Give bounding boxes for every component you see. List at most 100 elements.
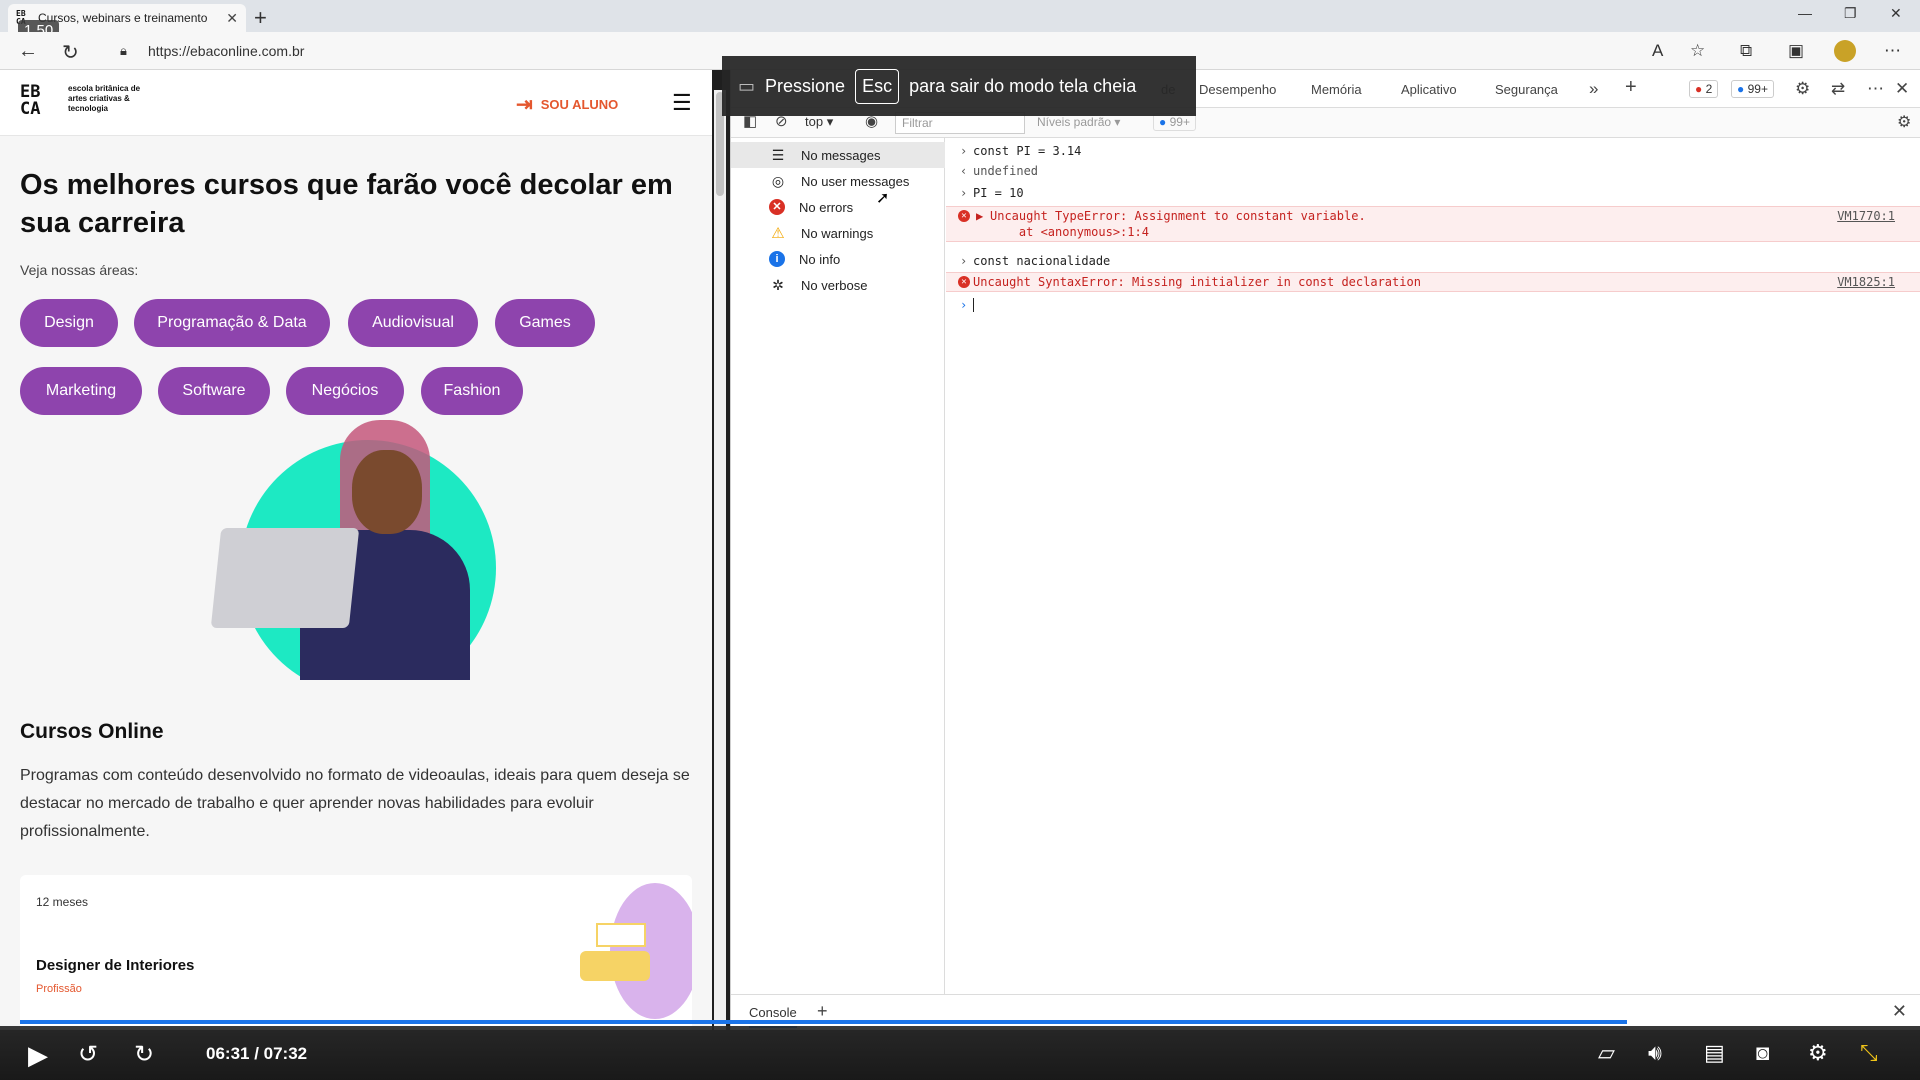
tab-memory[interactable]: Memória bbox=[1311, 82, 1362, 97]
tab-application[interactable]: Aplicativo bbox=[1401, 82, 1457, 97]
restore-icon[interactable]: ❐ bbox=[1844, 5, 1857, 22]
hamburger-menu-icon[interactable]: ☰ bbox=[672, 90, 692, 116]
input-chevron-icon: › bbox=[960, 254, 968, 268]
tab-title: Cursos, webinars e treinamento bbox=[38, 11, 208, 25]
area-pill-games[interactable]: Games bbox=[495, 299, 595, 347]
message-count-badge[interactable]: ● 99+ bbox=[1731, 80, 1774, 98]
extensions-icon[interactable]: ⧉ bbox=[1740, 41, 1752, 61]
back-arrow-icon[interactable]: ← bbox=[18, 40, 38, 63]
area-pill-fashion[interactable]: Fashion bbox=[421, 367, 523, 415]
close-tab-icon[interactable]: ✕ bbox=[226, 10, 238, 27]
volume-icon[interactable]: 🔊︎ bbox=[1648, 1040, 1662, 1066]
close-window-icon[interactable]: ✕ bbox=[1890, 5, 1902, 22]
console-text: undefined bbox=[973, 164, 1039, 178]
console-text: const nacionalidade bbox=[973, 254, 1111, 268]
tab-performance[interactable]: Desempenho bbox=[1199, 82, 1276, 97]
message-count: 99+ bbox=[1747, 82, 1768, 96]
customize-icon[interactable]: ⇄ bbox=[1831, 79, 1845, 99]
sidebar-item-label: No messages bbox=[801, 147, 881, 163]
settings-icon[interactable]: ⚙ bbox=[1808, 1040, 1828, 1066]
courses-title: Cursos Online bbox=[20, 720, 164, 743]
context-select[interactable]: top ▾ bbox=[805, 114, 833, 130]
add-drawer-tab-icon[interactable]: + bbox=[817, 1001, 828, 1022]
error-icon: ✕ bbox=[958, 276, 970, 288]
browser-tab-strip: EB CA Cursos, webinars e treinamento ✕ +… bbox=[0, 0, 1920, 32]
console-output-line: ‹ undefined bbox=[946, 164, 1920, 182]
course-name: Designer de Interiores bbox=[36, 957, 195, 974]
area-pill-negocios[interactable]: Negócios bbox=[286, 367, 404, 415]
play-icon[interactable]: ▶ bbox=[28, 1040, 48, 1071]
hero-illustration bbox=[200, 420, 500, 680]
forward-10-icon[interactable]: ↻ bbox=[134, 1040, 154, 1069]
more-options-icon[interactable]: ⋯ bbox=[1867, 79, 1884, 99]
expand-triangle-icon[interactable]: ▶ bbox=[976, 209, 983, 223]
area-pill-marketing[interactable]: Marketing bbox=[20, 367, 142, 415]
close-devtools-icon[interactable]: ✕ bbox=[1895, 79, 1909, 99]
areas-label: Veja nossas áreas: bbox=[20, 262, 139, 278]
favorite-star-icon[interactable]: ☆ bbox=[1690, 41, 1705, 61]
console-error-line[interactable]: ✕ Uncaught SyntaxError: Missing initiali… bbox=[946, 272, 1920, 292]
video-progress-fill bbox=[20, 1020, 1628, 1024]
error-icon: ✕ bbox=[769, 199, 785, 215]
tab-security[interactable]: Segurança bbox=[1495, 82, 1558, 97]
add-tab-icon[interactable]: + bbox=[1625, 76, 1637, 99]
log-levels-dropdown[interactable]: Níveis padrão ▾ bbox=[1037, 115, 1120, 129]
input-chevron-icon: › bbox=[960, 144, 968, 158]
sidebar-item-warnings[interactable]: ⚠ No warnings bbox=[731, 220, 945, 246]
profile-avatar[interactable] bbox=[1834, 40, 1856, 62]
rewind-10-icon[interactable]: ↺ bbox=[78, 1040, 98, 1069]
esc-key: Esc bbox=[855, 68, 900, 104]
video-player-controls: ▶ ↺ ↻ 06:31 / 07:32 ▱ 🔊︎ ▤ ◙ ⚙ ⤡ bbox=[0, 1026, 1920, 1080]
fullscreen-icon: ▭ bbox=[738, 75, 756, 96]
url-field[interactable]: https://ebaconline.com.br bbox=[148, 43, 304, 59]
subtitles-icon[interactable]: ▤ bbox=[1704, 1040, 1725, 1066]
new-tab-icon[interactable]: + bbox=[254, 5, 267, 31]
more-menu-icon[interactable]: ⋯ bbox=[1884, 41, 1901, 61]
error-dot-icon: ● bbox=[1695, 82, 1703, 96]
settings-gear-icon[interactable]: ⚙ bbox=[1795, 79, 1810, 99]
read-aloud-icon[interactable]: A bbox=[1652, 41, 1663, 61]
console-settings-icon[interactable]: ⚙ bbox=[1897, 112, 1911, 132]
console-prompt[interactable]: › bbox=[946, 298, 1920, 316]
area-pill-software[interactable]: Software bbox=[158, 367, 270, 415]
page-scrollbar[interactable] bbox=[714, 90, 726, 1030]
course-card[interactable]: 12 meses Designer de Interiores Profissã… bbox=[20, 875, 692, 1030]
fullscreen-notice: ▭ Pressione Esc para sair do modo tela c… bbox=[722, 56, 1196, 116]
video-progress-bar[interactable] bbox=[20, 1020, 1900, 1024]
camera-icon[interactable]: ◙ bbox=[1756, 1040, 1769, 1066]
console-output[interactable]: › const PI = 3.14 ‹ undefined › PI = 10 … bbox=[876, 138, 1920, 994]
refresh-icon[interactable]: ↻ bbox=[62, 40, 79, 65]
sidebar-item-messages[interactable]: ☰ No messages bbox=[731, 142, 945, 168]
console-error-line[interactable]: ✕ ▶ Uncaught TypeError: Assignment to co… bbox=[946, 206, 1920, 242]
sidebar-item-info[interactable]: i No info bbox=[731, 246, 945, 272]
drawer-tab-console[interactable]: Console bbox=[749, 1005, 797, 1028]
console-text: Uncaught TypeError: Assignment to consta… bbox=[990, 209, 1366, 223]
input-chevron-icon: › bbox=[960, 186, 968, 200]
error-count-badge[interactable]: ● 2 bbox=[1689, 80, 1719, 98]
sidebar-item-user-messages[interactable]: ◎ No user messages bbox=[731, 168, 945, 194]
prompt-chevron-icon: › bbox=[960, 298, 968, 312]
message-dot-icon: ● bbox=[1737, 82, 1745, 96]
exit-fullscreen-icon[interactable]: ⤡ bbox=[1860, 1040, 1878, 1066]
login-button[interactable]: ⇥ SOU ALUNO bbox=[516, 92, 618, 117]
context-value: top bbox=[805, 114, 824, 129]
area-pill-programacao[interactable]: Programação & Data bbox=[134, 299, 330, 347]
area-pill-design[interactable]: Design bbox=[20, 299, 118, 347]
minimize-icon[interactable]: — bbox=[1798, 5, 1812, 21]
devtools-panel: de Desempenho Memória Aplicativo Seguran… bbox=[730, 70, 1920, 1030]
sidebar-item-verbose[interactable]: ✲ No verbose bbox=[731, 272, 945, 298]
chat-off-icon[interactable]: ▱ bbox=[1598, 1040, 1615, 1066]
sidebar-item-label: No warnings bbox=[801, 225, 874, 241]
course-illustration bbox=[580, 883, 692, 1019]
close-drawer-icon[interactable]: ✕ bbox=[1892, 1001, 1907, 1022]
console-sidebar: ☰ No messages ◎ No user messages ✕ No er… bbox=[731, 138, 945, 994]
console-stack-text: at <anonymous>:1:4 bbox=[990, 225, 1149, 239]
ebac-logo-icon[interactable]: EB CA bbox=[20, 84, 40, 118]
sidebar-item-errors[interactable]: ✕ No errors bbox=[731, 194, 945, 220]
more-tabs-icon[interactable]: » bbox=[1589, 79, 1598, 99]
sidebar-item-label: No user messages bbox=[801, 173, 910, 189]
source-link[interactable]: VM1770:1 bbox=[1837, 209, 1895, 223]
area-pill-audiovisual[interactable]: Audiovisual bbox=[348, 299, 478, 347]
source-link[interactable]: VM1825:1 bbox=[1837, 275, 1895, 289]
collections-icon[interactable]: ▣ bbox=[1788, 41, 1804, 61]
